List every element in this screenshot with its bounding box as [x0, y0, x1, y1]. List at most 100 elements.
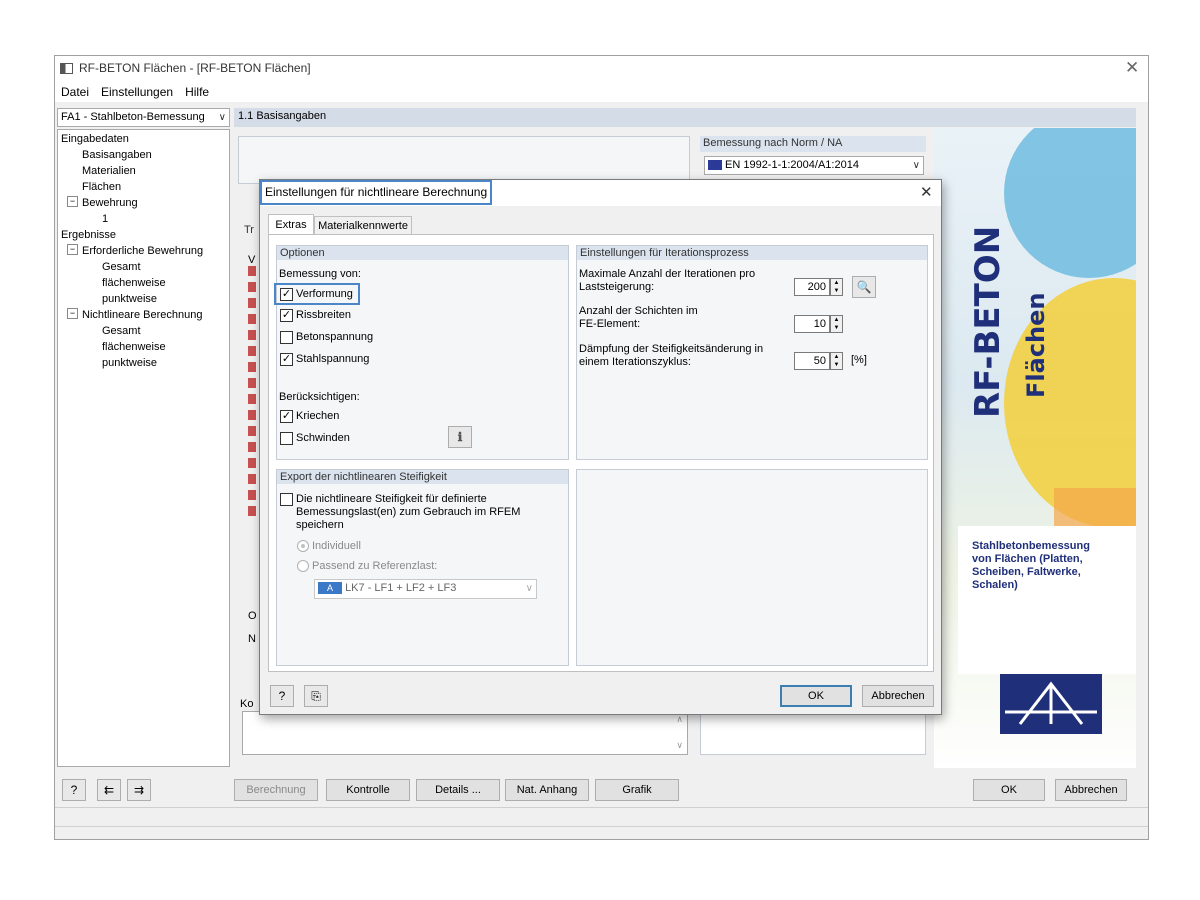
tree-item-bewehrung[interactable]: Bewehrung [82, 197, 138, 209]
chevron-down-icon: ∨ [525, 583, 533, 594]
tree-item-required-point[interactable]: punktweise [102, 293, 157, 305]
logo-subtitle-text: Flächen [1022, 292, 1050, 399]
case-selector[interactable]: FA1 - Stahlbeton-Bemessung ∨ [57, 108, 230, 127]
tree-item-required-surface[interactable]: flächenweise [102, 277, 166, 289]
options-panel: Optionen Bemessung von: ✓ Verformung ✓ R… [274, 245, 569, 460]
max-iterations-stepper[interactable]: ▲ ▼ [830, 278, 843, 296]
save-stiffness-label: Die nichtlineare Steifigkeit für definie… [296, 493, 521, 531]
shrinkage-label: Schwinden [296, 432, 350, 444]
dialog-cancel-button[interactable]: Abbrechen [862, 685, 934, 707]
crack-widths-label: Rissbreiten [296, 309, 352, 321]
tree-item-nonlinear-point[interactable]: punktweise [102, 357, 157, 369]
national-annex-button[interactable]: Nat. Anhang [505, 779, 589, 801]
dialog-help-icon[interactable]: ? [270, 685, 294, 707]
tree-input-root[interactable]: Eingabedaten [61, 133, 129, 145]
case-selector-value: FA1 - Stahlbeton-Bemessung [61, 111, 205, 123]
page-header: 1.1 Basisangaben [234, 108, 1136, 127]
menu-datei[interactable]: Datei [61, 85, 89, 99]
iteration-settings-icon[interactable]: 🔍 [852, 276, 876, 298]
expand-icon[interactable]: − [67, 308, 78, 319]
menu-einstellungen[interactable]: Einstellungen [101, 85, 173, 99]
steel-stress-checkbox[interactable]: ✓ [280, 353, 293, 366]
creep-checkbox[interactable]: ✓ [280, 410, 293, 423]
help-button[interactable]: ? [62, 779, 86, 801]
tab-material-properties[interactable]: Materialkennwerte [314, 216, 412, 234]
tree-item-required-total[interactable]: Gesamt [102, 261, 141, 273]
ok-button[interactable]: OK [973, 779, 1045, 801]
layers-input[interactable]: 10 [794, 315, 830, 333]
calculation-button[interactable]: Berechnung [234, 779, 318, 801]
info-icon[interactable]: ℹ [448, 426, 472, 448]
import-icon[interactable]: ⇉ [127, 779, 151, 801]
deformation-checkbox[interactable]: ✓ [280, 288, 293, 301]
tree-results-root[interactable]: Ergebnisse [61, 229, 116, 241]
deformation-label: Verformung [296, 288, 353, 300]
export-title: Export der nichtlinearen Steifigkeit [277, 470, 568, 484]
tree-item-nonlinear[interactable]: Nichtlineare Berechnung [82, 309, 202, 321]
dialog-ok-button[interactable]: OK [780, 685, 852, 707]
dialog-close-icon[interactable]: ✕ [920, 183, 933, 201]
bridge-icon [1005, 681, 1097, 725]
layers-stepper[interactable]: ▲ ▼ [830, 315, 843, 333]
export-icon[interactable]: ⇇ [97, 779, 121, 801]
graphic-button[interactable]: Grafik [595, 779, 679, 801]
individual-radio[interactable] [297, 540, 309, 552]
dialog-title: Einstellungen für nichtlineare Berechnun… [260, 180, 493, 205]
max-iterations-input[interactable]: 200 [794, 278, 830, 296]
table-partial [248, 266, 256, 518]
general-pane [238, 136, 690, 184]
dialog-defaults-icon[interactable]: ⎘ [304, 685, 328, 707]
tree-item-nonlinear-surface[interactable]: flächenweise [102, 341, 166, 353]
tree-item-nonlinear-total[interactable]: Gesamt [102, 325, 141, 337]
options-title: Optionen [277, 246, 568, 260]
tab-extras[interactable]: Extras [268, 214, 314, 234]
table-header-partial: V [248, 254, 256, 266]
details-button[interactable]: Details ... [416, 779, 500, 801]
window-title: RF-BETON Flächen - [RF-BETON Flächen] [79, 61, 311, 75]
reference-load-selector[interactable]: A LK7 - LF1 + LF2 + LF3 ∨ [314, 579, 537, 599]
logo-description-box: Stahlbetonbemessung von Flächen (Platten… [958, 526, 1136, 674]
concrete-stress-checkbox[interactable] [280, 331, 293, 344]
max-iterations-label: Maximale Anzahl der Iterationen pro Last… [579, 268, 756, 293]
scroll-up-icon[interactable]: ∧ [676, 714, 683, 725]
tree-item-bewehrung-1[interactable]: 1 [102, 213, 108, 225]
chevron-down-icon: ∨ [218, 112, 226, 123]
tree-item-materialien[interactable]: Materialien [82, 165, 136, 177]
panel-partial-o: O [248, 610, 257, 622]
panel-partial-n: N [248, 633, 256, 645]
damping-input[interactable]: 50 [794, 352, 830, 370]
comment-label: Ko [240, 698, 254, 710]
logo-blue-shape [1004, 128, 1136, 278]
norm-selector[interactable]: EN 1992-1-1:2004/A1:2014 ∨ [704, 156, 924, 175]
info-pane [700, 711, 926, 755]
cancel-button[interactable]: Abbrechen [1055, 779, 1127, 801]
save-stiffness-checkbox[interactable] [280, 493, 293, 506]
logo-title: RF-BETON [968, 188, 1008, 418]
comment-field[interactable]: ∧ ∨ [242, 711, 688, 755]
menu-hilfe[interactable]: Hilfe [185, 85, 209, 99]
scroll-down-icon[interactable]: ∨ [676, 740, 683, 751]
crack-widths-checkbox[interactable]: ✓ [280, 309, 293, 322]
tree-item-required[interactable]: Erforderliche Bewehrung [82, 245, 203, 257]
menu-bar: Datei Einstellungen Hilfe [55, 82, 1148, 102]
expand-icon[interactable]: − [67, 196, 78, 207]
export-panel: Export der nichtlinearen Steifigkeit Die… [276, 469, 569, 666]
close-icon[interactable]: ✕ [1125, 58, 1139, 78]
expand-icon[interactable]: − [67, 244, 78, 255]
iteration-panel: Einstellungen für Iterationsprozess Maxi… [576, 245, 928, 460]
tab-content: Optionen Bemessung von: ✓ Verformung ✓ R… [268, 234, 934, 672]
chevron-down-icon: ∨ [912, 160, 920, 171]
tree-item-basisangaben[interactable]: Basisangaben [82, 149, 152, 161]
consider-label: Berücksichtigen: [279, 391, 360, 403]
check-button[interactable]: Kontrolle [326, 779, 410, 801]
tree-item-flaechen[interactable]: Flächen [82, 181, 121, 193]
logo-description: Stahlbetonbemessung von Flächen (Platten… [972, 540, 1090, 591]
reference-radio[interactable] [297, 560, 309, 572]
tab-partial[interactable]: Tr [244, 224, 254, 236]
nonlinear-settings-dialog: Einstellungen für nichtlineare Berechnun… [259, 179, 942, 715]
shrinkage-checkbox[interactable] [280, 432, 293, 445]
damping-stepper[interactable]: ▲ ▼ [830, 352, 843, 370]
dialog-title-bar: Einstellungen für nichtlineare Berechnun… [260, 180, 941, 206]
iteration-title: Einstellungen für Iterationsprozess [577, 246, 927, 260]
logo-panel: RF-BETON Flächen Stahlbetonbemessung von… [934, 128, 1136, 768]
